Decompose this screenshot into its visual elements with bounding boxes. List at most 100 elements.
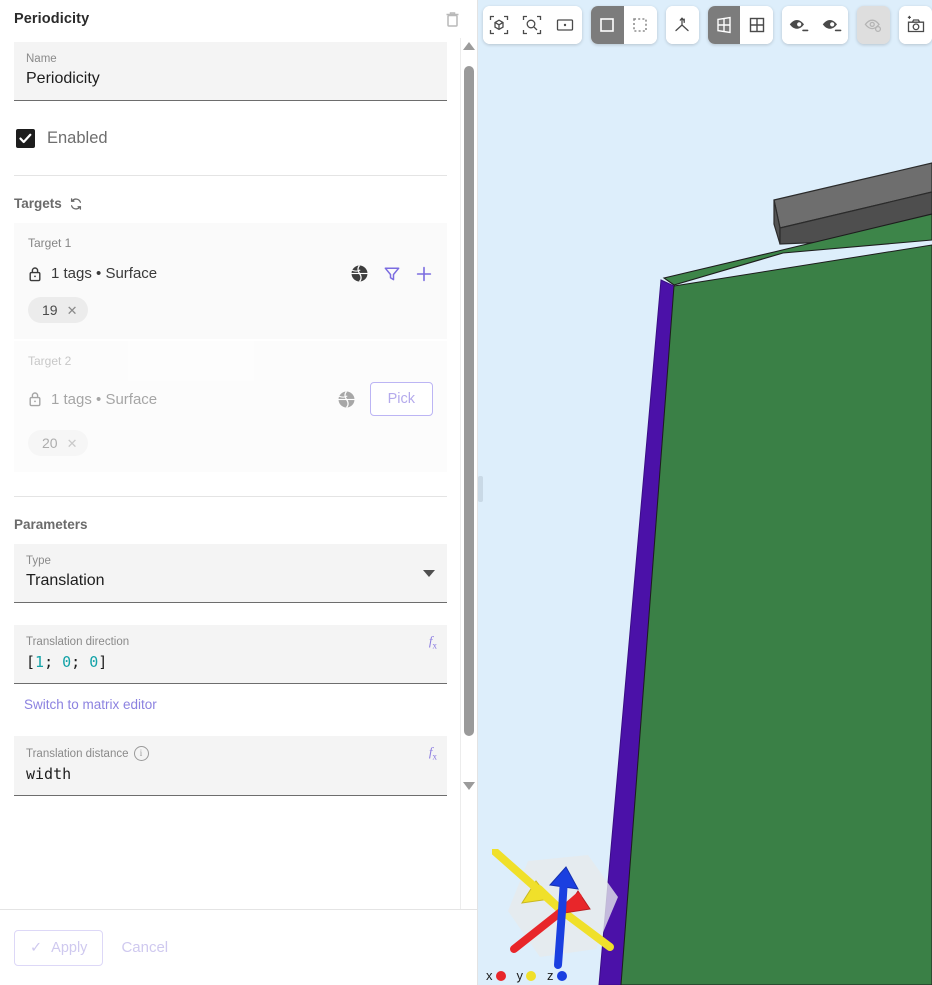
code-value-3: 0 xyxy=(89,653,99,671)
view-fit-group xyxy=(483,6,582,44)
plus-icon[interactable] xyxy=(415,265,433,283)
enabled-checkbox[interactable] xyxy=(16,128,35,148)
panel-splitter-handle[interactable] xyxy=(478,476,483,502)
rectangle-select-icon[interactable] xyxy=(590,6,624,44)
show-hidden-icon[interactable] xyxy=(857,6,891,44)
parameters-heading: Parameters xyxy=(14,517,447,532)
target-card-1: Target 1 1 tags • Surface 19 ✕ xyxy=(14,223,447,339)
filter-icon[interactable] xyxy=(383,265,401,283)
axes-group xyxy=(665,6,699,44)
translation-distance-value: width xyxy=(26,765,72,783)
code-sep-2: ; xyxy=(71,653,90,671)
target-1-description: 1 tags • Surface xyxy=(51,265,158,282)
apply-button-label: Apply xyxy=(51,939,88,956)
panel-scroll-area: Name Periodicity Enabled Targets Target … xyxy=(0,38,477,909)
axis-legend-x-dot xyxy=(495,970,506,981)
axis-legend-y-label: y xyxy=(516,968,524,983)
divider-top xyxy=(14,175,447,176)
cancel-button[interactable]: Cancel xyxy=(113,939,176,956)
translation-distance-label: Translation distance i xyxy=(26,746,435,761)
translation-distance-field[interactable]: Translation distance i width fx xyxy=(14,736,447,796)
name-field[interactable]: Name Periodicity xyxy=(14,42,447,101)
axes-triad-icon[interactable] xyxy=(665,6,699,44)
axis-legend-z-dot xyxy=(556,970,567,981)
targets-heading-label: Targets xyxy=(14,196,62,211)
name-field-label: Name xyxy=(26,53,57,65)
hide-entity-icon[interactable] xyxy=(815,6,849,44)
panel-footer: ✓ Apply Cancel xyxy=(0,909,477,985)
translation-direction-field[interactable]: Translation direction [1; 0; 0] fx xyxy=(14,625,447,684)
display-mode-group xyxy=(707,6,774,44)
scroll-down-arrow[interactable] xyxy=(461,778,477,794)
divider-parameters xyxy=(14,496,447,497)
globe-icon[interactable] xyxy=(337,390,356,409)
trash-icon[interactable] xyxy=(441,8,463,30)
zoom-to-region-icon[interactable] xyxy=(515,6,549,44)
navigation-cube[interactable] xyxy=(489,846,632,979)
target-2-chip-remove-icon[interactable]: ✕ xyxy=(67,437,78,450)
screenshot-group xyxy=(899,6,932,44)
target-2-actions: Pick xyxy=(337,382,433,416)
panel-header: Periodicity xyxy=(0,0,477,38)
code-bracket-open: [ xyxy=(26,653,36,671)
code-bracket-close: ] xyxy=(98,653,108,671)
target-2-row: 1 tags • Surface Pick xyxy=(28,382,433,416)
fit-all-icon[interactable] xyxy=(548,6,582,44)
parameters-heading-label: Parameters xyxy=(14,517,88,532)
viewport-toolbar xyxy=(483,5,932,45)
hidden-toggle-group xyxy=(857,6,891,44)
fx-icon[interactable]: fx xyxy=(429,633,437,651)
translation-distance-label-text: Translation distance xyxy=(26,748,129,760)
3d-viewport[interactable]: x y z xyxy=(478,0,932,985)
chevron-down-icon[interactable] xyxy=(423,570,435,577)
axis-legend-z-label: z xyxy=(547,968,554,983)
fx-icon[interactable]: fx xyxy=(429,744,437,762)
target-2-title: Target 2 xyxy=(28,354,72,368)
info-icon[interactable]: i xyxy=(133,746,149,761)
apply-button[interactable]: ✓ Apply xyxy=(14,929,104,966)
target-1-left: 1 tags • Surface xyxy=(28,265,157,282)
fx-sub: x xyxy=(432,751,438,762)
target-2-description: 1 tags • Surface xyxy=(51,390,158,408)
target-1-chip[interactable]: 19 ✕ xyxy=(28,297,89,323)
capture-screenshot-icon[interactable] xyxy=(899,6,932,44)
target-1-title: Target 1 xyxy=(28,236,72,250)
type-select[interactable]: Type Translation xyxy=(14,544,447,603)
show-entity-icon[interactable] xyxy=(782,6,816,44)
application-root: Periodicity Name Periodicity Enabled Tar… xyxy=(0,0,932,985)
fit-to-selection-icon[interactable] xyxy=(483,6,516,44)
target-1-chip-remove-icon[interactable]: ✕ xyxy=(67,304,78,317)
scrollbar-thumb[interactable] xyxy=(464,66,474,736)
scroll-up-arrow[interactable] xyxy=(461,38,477,54)
panel-scrollbar[interactable] xyxy=(460,38,477,909)
targets-heading: Targets xyxy=(14,196,447,211)
marquee-select-icon[interactable] xyxy=(623,6,657,44)
translation-direction-label: Translation direction xyxy=(26,636,130,648)
globe-icon[interactable] xyxy=(350,264,369,283)
lock-icon[interactable] xyxy=(28,391,42,407)
pick-button[interactable]: Pick xyxy=(369,382,433,416)
axis-legend-y-dot xyxy=(526,970,536,981)
axis-legend-z: z xyxy=(547,968,567,983)
perspective-view-icon[interactable] xyxy=(707,6,741,44)
lock-icon[interactable] xyxy=(28,266,42,282)
axis-legend-x-label: x xyxy=(486,968,493,983)
3d-scene xyxy=(598,162,932,985)
selection-mode-group xyxy=(590,6,657,44)
target-1-row: 1 tags • Surface xyxy=(28,264,433,283)
target-2-chip[interactable]: 20 ✕ xyxy=(28,430,89,456)
translation-direction-value: [1; 0; 0] xyxy=(26,650,435,674)
name-field-value: Periodicity xyxy=(26,70,100,87)
apply-check-icon: ✓ xyxy=(30,939,43,956)
refresh-icon[interactable] xyxy=(69,197,83,211)
fx-sub: x xyxy=(432,640,438,651)
enabled-row[interactable]: Enabled xyxy=(14,123,447,153)
code-sep-1: ; xyxy=(44,653,63,671)
target-1-chip-label: 19 xyxy=(42,302,58,318)
enabled-label: Enabled xyxy=(47,128,108,147)
switch-to-matrix-editor-link[interactable]: Switch to matrix editor xyxy=(24,697,157,712)
target-2-chip-label: 20 xyxy=(42,435,58,451)
grid-view-icon[interactable] xyxy=(740,6,774,44)
properties-panel: Periodicity Name Periodicity Enabled Tar… xyxy=(0,0,478,985)
visibility-group xyxy=(782,6,849,44)
